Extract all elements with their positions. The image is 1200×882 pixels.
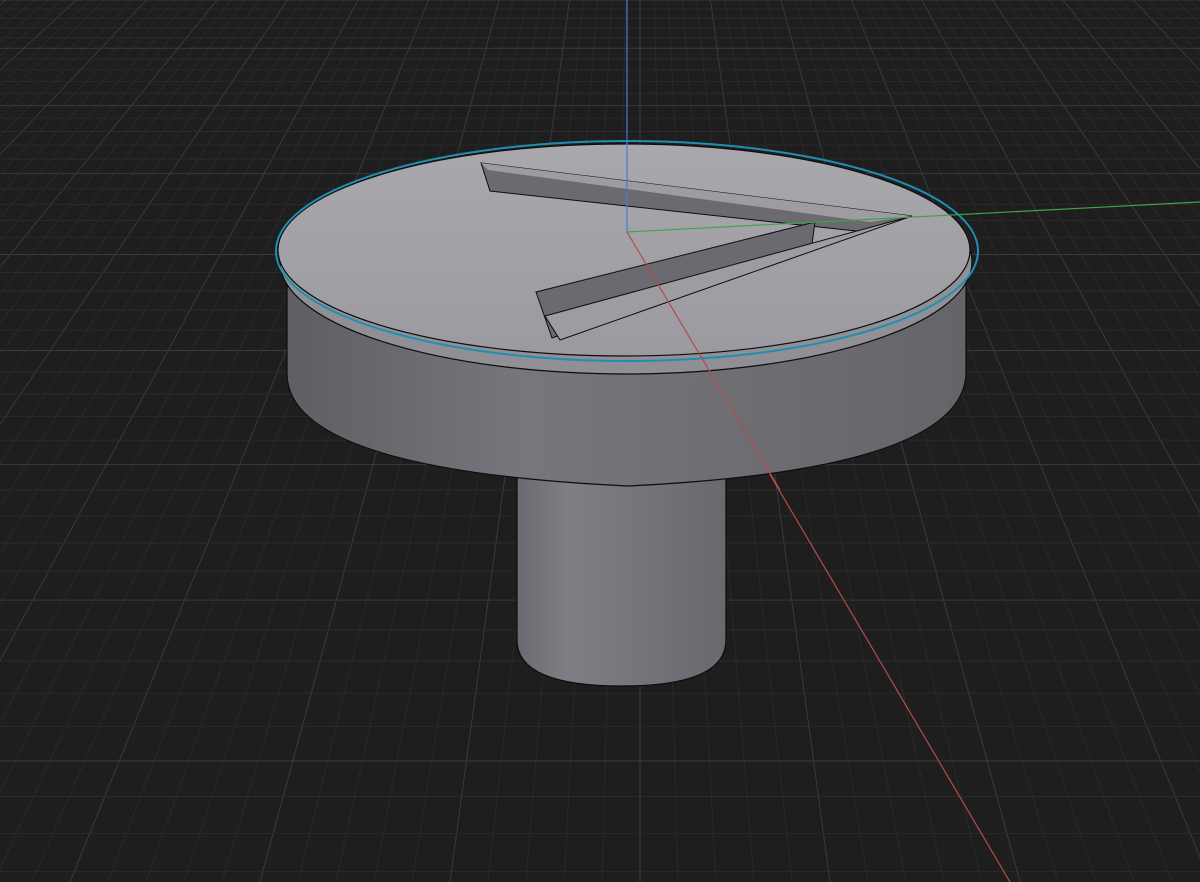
knob-stem[interactable] — [516, 469, 727, 687]
3d-viewport[interactable] — [0, 0, 1200, 882]
knob-top-face[interactable] — [277, 143, 971, 357]
